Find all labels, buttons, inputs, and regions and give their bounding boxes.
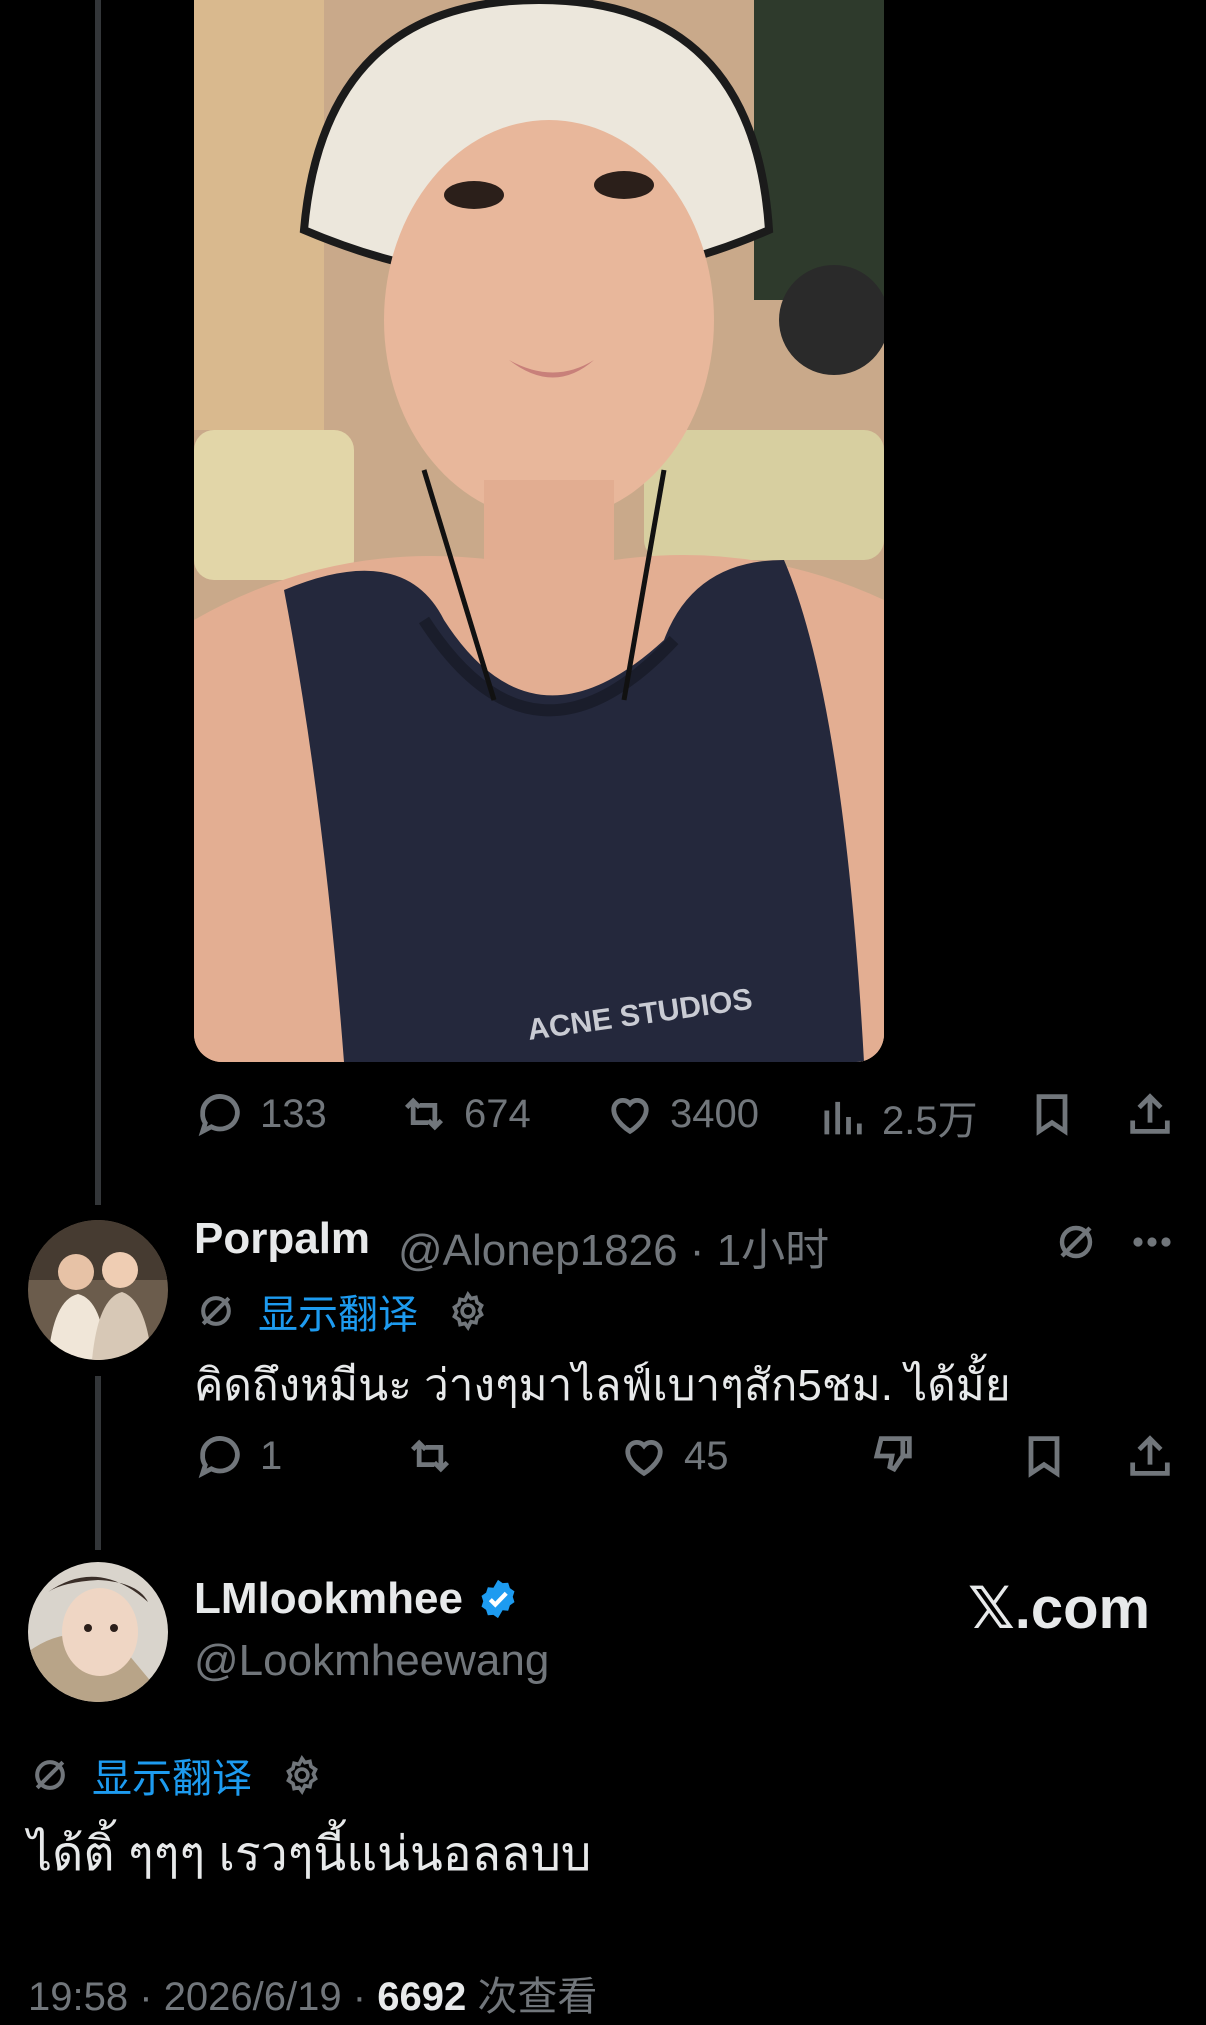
thread-line-middle <box>95 1376 101 1550</box>
share-icon <box>1130 1435 1170 1476</box>
verified-badge-icon <box>481 1579 515 1619</box>
bookmark-icon <box>1036 1094 1068 1136</box>
reply-reply-count: 1 <box>260 1433 283 1478</box>
thread-line-top <box>95 0 101 1205</box>
heart-icon <box>611 1098 649 1135</box>
repost-button[interactable]: 674 <box>398 1088 531 1140</box>
reply-repost-button[interactable] <box>404 1430 456 1482</box>
reply-translate-label: 显示翻译 <box>258 1293 418 1337</box>
grok-icon <box>1059 1225 1093 1259</box>
views-label: 次查看 <box>477 1975 598 2019</box>
grok-translate-icon <box>35 1760 65 1790</box>
meta-separator: · <box>139 1975 153 2019</box>
focus-name-row: LMlookmhee <box>194 1574 521 1624</box>
reply-handle[interactable]: @Alonep1826 <box>398 1226 678 1275</box>
heart-icon <box>625 1440 663 1477</box>
downvote-button[interactable] <box>866 1430 918 1482</box>
bookmark-button[interactable] <box>1026 1088 1078 1140</box>
repost-count: 674 <box>464 1091 531 1136</box>
reply-button[interactable]: 133 <box>194 1088 327 1140</box>
share-button[interactable] <box>1124 1088 1176 1140</box>
share-icon <box>1130 1093 1170 1134</box>
post-time[interactable]: 19:58 <box>28 1975 128 2019</box>
reply-separator: · <box>689 1226 705 1275</box>
like-count: 3400 <box>670 1091 759 1136</box>
focus-display-name[interactable]: LMlookmhee <box>194 1574 463 1624</box>
bookmark-icon <box>1028 1436 1060 1478</box>
reply-like-count: 45 <box>684 1433 729 1478</box>
repost-icon <box>404 1097 444 1131</box>
reply-like-button[interactable]: 45 <box>618 1430 729 1482</box>
post-photo[interactable]: ACNE STUDIOS <box>194 0 884 1062</box>
gear-icon[interactable] <box>280 1753 324 1797</box>
reply-meta: @Alonep1826 · 1小时 <box>398 1214 829 1278</box>
dislike-icon <box>873 1436 912 1473</box>
grok-translate-icon <box>201 1296 231 1326</box>
reply-avatar[interactable] <box>28 1220 168 1360</box>
reply-count: 133 <box>260 1091 327 1136</box>
repost-icon <box>410 1439 450 1473</box>
views-total: 6692 <box>377 1975 467 2019</box>
like-button[interactable]: 3400 <box>604 1088 759 1140</box>
gear-icon[interactable] <box>446 1289 490 1333</box>
grok-button[interactable] <box>1052 1218 1100 1271</box>
focus-avatar[interactable] <box>28 1562 168 1702</box>
reply-translate[interactable]: 显示翻译 <box>194 1282 490 1340</box>
more-button[interactable] <box>1128 1218 1176 1271</box>
reply-icon <box>198 1094 240 1137</box>
more-icon <box>1133 1237 1171 1247</box>
reply-share-button[interactable] <box>1124 1430 1176 1482</box>
reply-display-name[interactable]: Porpalm <box>194 1214 370 1264</box>
views-icon <box>824 1101 862 1135</box>
focus-translate-label: 显示翻译 <box>92 1757 252 1801</box>
focus-meta: 19:58 · 2026/6/19 · 6692 次查看 <box>28 1964 597 2022</box>
focus-text: ได้ติ้ ๆๆๆ เรวๆนี้แน่นอลลบบ <box>28 1828 592 1881</box>
reply-bookmark-button[interactable] <box>1018 1430 1070 1482</box>
reply-reply-button[interactable]: 1 <box>194 1430 282 1482</box>
focus-translate[interactable]: 显示翻译 <box>28 1746 324 1804</box>
reply-text: คิดถึงหมีนะ ว่างๆมาไลฟ์เบาๆสัก5ชม. ได้มั… <box>194 1361 1011 1410</box>
post-date[interactable]: 2026/6/19 <box>164 1975 342 2019</box>
focus-handle[interactable]: @Lookmheewang <box>194 1636 549 1686</box>
views-button[interactable]: 2.5万 <box>816 1088 978 1146</box>
views-count: 2.5万 <box>882 1099 978 1143</box>
reply-icon <box>198 1436 240 1479</box>
meta-separator: · <box>352 1975 367 2019</box>
reply-time[interactable]: 1小时 <box>717 1226 829 1275</box>
brand-watermark: 𝕏.com <box>968 1576 1151 1641</box>
